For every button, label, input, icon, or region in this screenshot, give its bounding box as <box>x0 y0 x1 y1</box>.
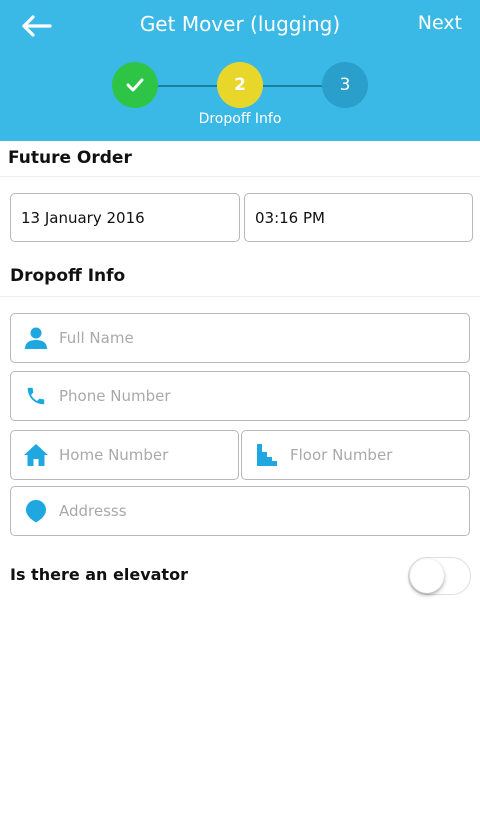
full-name-placeholder: Full Name <box>59 329 134 347</box>
step-2-current: 2 <box>217 62 263 108</box>
home-icon <box>23 442 49 468</box>
divider <box>0 296 480 297</box>
home-number-field[interactable]: Home Number <box>10 430 239 480</box>
home-number-placeholder: Home Number <box>59 446 169 464</box>
date-field[interactable]: 13 January 2016 <box>10 193 240 242</box>
elevator-label: Is there an elevator <box>10 565 188 584</box>
next-button[interactable]: Next <box>418 12 462 34</box>
page-title: Get Mover (lugging) <box>139 12 341 36</box>
elevator-toggle[interactable] <box>408 557 471 595</box>
dropoff-info-title: Dropoff Info <box>10 266 126 286</box>
step-3-upcoming: 3 <box>322 62 368 108</box>
address-field[interactable]: Addresss <box>10 486 470 536</box>
step-connector <box>263 85 322 87</box>
app-header: Get Mover (lugging) Next 2 3 Dropoff Inf… <box>0 0 480 141</box>
floor-number-placeholder: Floor Number <box>290 446 393 464</box>
full-name-field[interactable]: Full Name <box>10 313 470 363</box>
address-placeholder: Addresss <box>59 502 127 520</box>
phone-number-field[interactable]: Phone Number <box>10 371 470 421</box>
future-order-title: Future Order <box>8 148 132 168</box>
toggle-knob <box>410 559 444 593</box>
step-caption: Dropoff Info <box>198 111 282 127</box>
step-connector <box>158 85 217 87</box>
phone-icon <box>23 383 49 409</box>
time-field[interactable]: 03:16 PM <box>244 193 473 242</box>
date-value: 13 January 2016 <box>21 208 145 227</box>
step-1-completed <box>112 62 158 108</box>
divider <box>0 176 480 177</box>
location-pin-icon <box>23 498 49 524</box>
stairs-icon <box>254 442 280 468</box>
floor-number-field[interactable]: Floor Number <box>241 430 470 480</box>
phone-number-placeholder: Phone Number <box>59 387 171 405</box>
time-value: 03:16 PM <box>255 208 325 227</box>
person-icon <box>23 325 49 351</box>
checkmark-icon <box>126 78 144 92</box>
progress-stepper: 2 3 <box>0 62 480 110</box>
